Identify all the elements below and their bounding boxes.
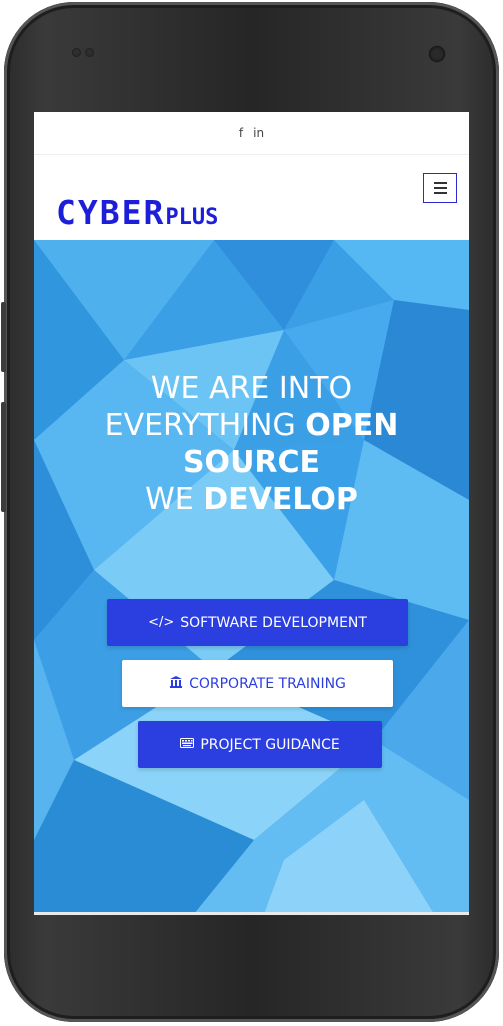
speaker-grille [72,48,98,60]
institution-icon [169,675,183,692]
headline-line-3-bold: SOURCE [182,445,321,480]
headline-line-2-bold: OPEN [305,408,399,443]
headline-line-1: WE ARE INTO [150,371,353,406]
screen-bottom-edge [34,912,469,915]
keyboard-icon [180,738,195,751]
power-button [1,302,6,372]
hero-section: WE ARE INTO EVERYTHING OPEN SOURCE WE DE… [34,240,469,914]
logo-main-text: CYBER [56,193,166,232]
code-icon: </> [148,615,175,630]
headline-line-4-normal: WE [145,482,204,517]
phone-screen: f in CYBER PLUS WE ARE INTO EVERYTHING O… [34,112,469,914]
site-header: CYBER PLUS [34,155,469,239]
front-camera [429,46,445,62]
headline-line-4-bold: DEVELOP [203,482,358,517]
project-guidance-label: PROJECT GUIDANCE [200,736,340,753]
corporate-training-label: CORPORATE TRAINING [189,675,346,692]
headline-line-2-normal: EVERYTHING [104,408,306,443]
linkedin-link[interactable]: in [253,126,264,140]
software-development-label: SOFTWARE DEVELOPMENT [180,614,367,631]
social-topbar: f in [34,112,469,155]
headline-line-3: SOURCE [34,444,469,481]
cyberplus-logo[interactable]: CYBER PLUS [56,193,218,232]
project-guidance-button[interactable]: PROJECT GUIDANCE [138,721,382,768]
volume-button [1,402,6,512]
logo-suffix-text: PLUS [165,205,219,230]
hamburger-menu-icon[interactable] [423,173,457,203]
headline-line-4: WE DEVELOP [34,481,469,518]
hero-headline: WE ARE INTO EVERYTHING OPEN SOURCE WE DE… [34,370,469,518]
headline-line-2: EVERYTHING OPEN [34,407,469,444]
polygon-background [34,240,469,914]
corporate-training-button[interactable]: CORPORATE TRAINING [122,660,393,707]
facebook-link[interactable]: f [239,126,243,140]
software-development-button[interactable]: </> SOFTWARE DEVELOPMENT [107,599,408,646]
